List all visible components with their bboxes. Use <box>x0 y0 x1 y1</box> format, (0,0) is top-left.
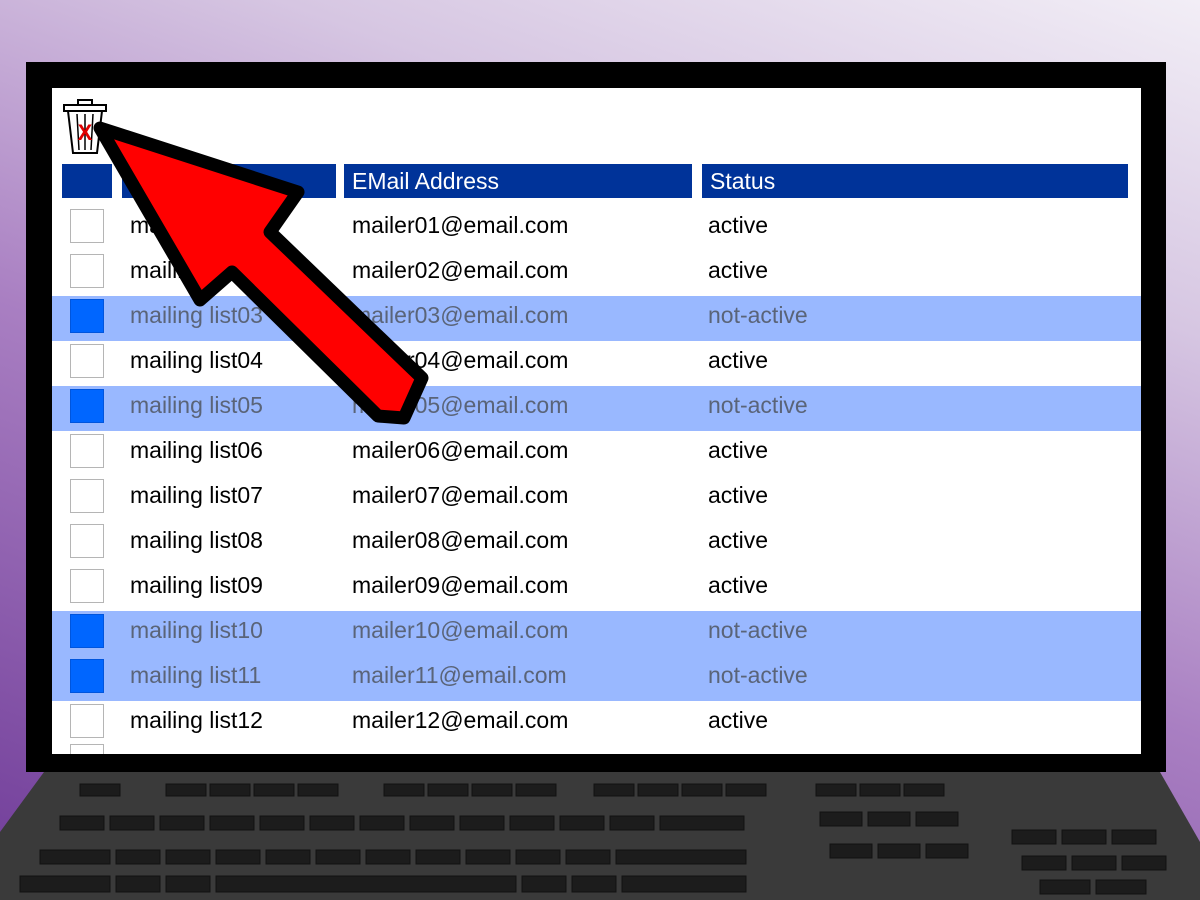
table-row[interactable]: mailing list09 mailer09@email.com active <box>52 566 1141 611</box>
email-cell: mailer12@email.com <box>352 707 569 733</box>
row-checkbox[interactable] <box>70 299 104 333</box>
status-cell: active <box>708 212 769 238</box>
status-cell: active <box>708 482 769 508</box>
table-row[interactable]: mailing list08 mailer08@email.com active <box>52 521 1141 566</box>
list-name-cell: mailing list02 <box>130 257 263 283</box>
list-name-cell: mailing list11 <box>130 662 262 688</box>
row-checkbox[interactable] <box>70 479 104 513</box>
table-row[interactable]: mailing list10 mailer10@email.com not-acti… <box>52 611 1141 656</box>
table-row[interactable]: mailing list06 mailer06@email.com active <box>52 431 1141 476</box>
table-row[interactable]: mailing list12 mailer12@email.com active <box>52 701 1141 746</box>
row-checkbox[interactable] <box>70 569 104 603</box>
status-cell: active <box>708 707 769 733</box>
list-name-cell: mailing list03 <box>130 302 263 328</box>
email-cell: mailer06@email.com <box>352 437 569 463</box>
email-cell: mailer04@email.com <box>352 347 569 373</box>
status-cell: not-active <box>708 617 808 643</box>
list-name-cell: mailing list06 <box>130 437 263 463</box>
status-cell: active <box>708 257 769 283</box>
email-cell: mailer11@email.com <box>352 662 567 688</box>
table-row[interactable]: mailing list11 mailer11@email.com not-acti… <box>52 656 1141 701</box>
row-checkbox[interactable] <box>70 704 104 738</box>
row-checkbox[interactable] <box>70 659 104 693</box>
email-cell: mailer08@email.com <box>352 527 569 553</box>
app-screen: X EMail Address Status mailing list01 mai… <box>52 88 1141 754</box>
email-cell: mailer09@email.com <box>352 572 569 598</box>
status-cell: active <box>708 347 769 373</box>
row-checkbox[interactable] <box>70 524 104 558</box>
row-checkbox[interactable] <box>70 614 104 648</box>
table-row[interactable]: mailing list02 mailer02@email.com active <box>52 251 1141 296</box>
status-cell: active <box>708 437 769 463</box>
trash-icon[interactable]: X <box>60 98 110 156</box>
list-name-cell: mailing list10 <box>130 617 263 643</box>
table-row[interactable]: mailing list03 mailer03@email.com not-acti… <box>52 296 1141 341</box>
row-checkbox[interactable] <box>70 209 104 243</box>
header-email-col: EMail Address <box>344 164 692 198</box>
row-checkbox[interactable] <box>70 344 104 378</box>
row-checkbox-partial[interactable] <box>70 744 104 754</box>
list-name-cell: mailing list09 <box>130 572 263 598</box>
table-row[interactable]: mailing list01 mailer01@email.com active <box>52 206 1141 251</box>
status-cell: active <box>708 527 769 553</box>
list-name-cell: mailing list12 <box>130 707 263 733</box>
email-cell: mailer03@email.com <box>352 302 569 328</box>
header-status-col: Status <box>702 164 1128 198</box>
list-name-cell: mailing list08 <box>130 527 263 553</box>
table-row[interactable]: mailing list04 mailer04@email.com active <box>52 341 1141 386</box>
email-cell: mailer05@email.com <box>352 392 569 418</box>
list-name-cell: mailing list07 <box>130 482 263 508</box>
list-name-cell: mailing list05 <box>130 392 263 418</box>
status-cell: active <box>708 572 769 598</box>
table-row[interactable]: mailing list07 mailer07@email.com active <box>52 476 1141 521</box>
email-cell: mailer01@email.com <box>352 212 569 238</box>
laptop-keyboard <box>0 772 1200 900</box>
row-checkbox[interactable] <box>70 389 104 423</box>
email-cell: mailer10@email.com <box>352 617 569 643</box>
header-checkbox-col <box>62 164 112 198</box>
table-row[interactable]: mailing list05 mailer05@email.com not-acti… <box>52 386 1141 431</box>
row-checkbox[interactable] <box>70 254 104 288</box>
status-cell: not-active <box>708 302 808 328</box>
status-cell: not-active <box>708 662 808 688</box>
email-cell: mailer02@email.com <box>352 257 569 283</box>
row-checkbox[interactable] <box>70 434 104 468</box>
list-name-cell: mailing list01 <box>130 212 263 238</box>
status-cell: not-active <box>708 392 808 418</box>
delete-mark: X <box>78 120 93 145</box>
email-cell: mailer07@email.com <box>352 482 569 508</box>
header-name-col <box>122 164 336 198</box>
list-name-cell: mailing list04 <box>130 347 263 373</box>
